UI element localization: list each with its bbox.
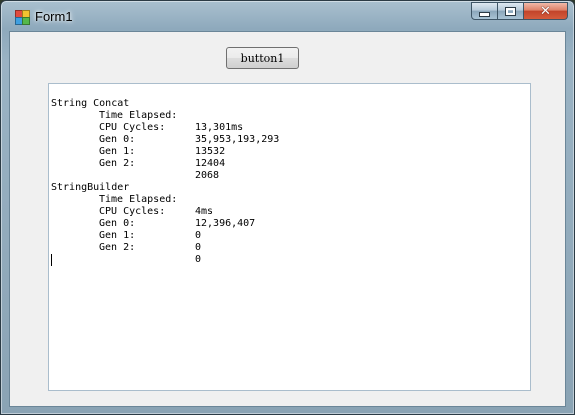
metric-row: Gen 0: 0 (51, 206, 528, 241)
window-title: Form1 (35, 9, 73, 24)
close-icon: ✕ (540, 3, 551, 19)
output-textbox[interactable]: String Concat Time Elapsed: 13,301ms CPU… (48, 83, 531, 391)
metric-row: Gen 2: 2068 (51, 146, 528, 181)
metric-label: Gen 2: (99, 242, 136, 253)
maximize-icon (505, 6, 516, 16)
minimize-button[interactable] (471, 2, 498, 20)
button1[interactable]: button1 (226, 47, 299, 69)
close-button[interactable]: ✕ (524, 2, 568, 20)
metric-row: Gen 1: 0 (51, 218, 528, 253)
metric-row: Gen 2: 0 (51, 230, 528, 265)
metric-row: Gen 0: 13532 (51, 122, 528, 157)
winforms-app-icon[interactable] (15, 10, 30, 25)
metric-row: Time Elapsed: 4ms (51, 182, 528, 217)
form-client-area: button1 String Concat Time Elapsed: 13,3… (9, 31, 566, 407)
metric-value: 0 (195, 254, 202, 265)
metric-label: Gen 2: (99, 158, 136, 169)
metric-row: Gen 1: 12404 (51, 134, 528, 169)
metric-row: CPU Cycles: 35,953,193,293 (51, 110, 528, 145)
section-heading: String Concat (51, 86, 528, 109)
metric-value: 12404 (195, 158, 226, 169)
maximize-button[interactable] (498, 2, 524, 20)
caption-buttons: ✕ (471, 2, 568, 22)
metric-row: Time Elapsed: 13,301ms (51, 98, 528, 133)
minimize-icon (479, 11, 490, 17)
title-bar[interactable]: Form1 ✕ (1, 1, 574, 31)
metric-row: CPU Cycles: 12,396,407 (51, 194, 528, 229)
metric-value: 0 (195, 242, 202, 253)
text-caret (51, 254, 52, 266)
section-heading: StringBuilder (51, 170, 528, 193)
form1-window: Form1 ✕ button1 String Concat Time Elaps… (0, 0, 575, 415)
